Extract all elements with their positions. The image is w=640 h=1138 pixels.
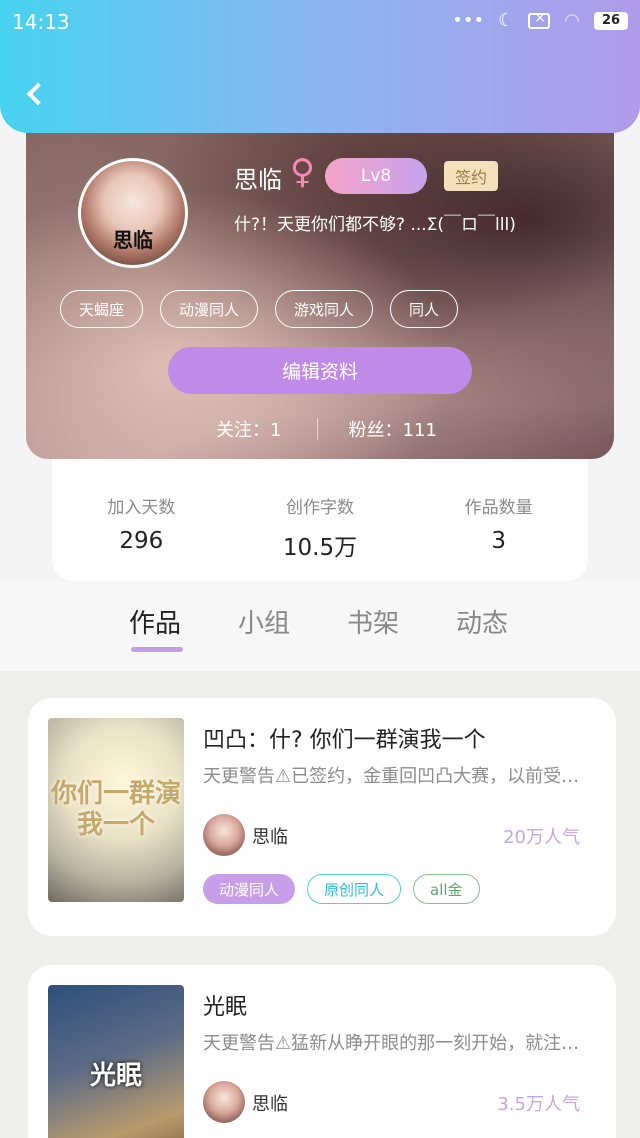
stat-join-days: 加入天数 296: [52, 459, 231, 581]
cover-title-art: 光眠: [89, 1061, 142, 1092]
stat-works-count: 作品数量 3: [409, 459, 588, 581]
stat-value: 10.5万: [282, 535, 358, 561]
popularity-count: 3.5万人气: [497, 1094, 580, 1115]
tab-groups[interactable]: 小组: [238, 603, 290, 640]
user-bio: 什?！天更你们都不够? ...Σ(￣ロ￣lll): [234, 215, 516, 235]
author-name: 思临: [252, 827, 288, 848]
work-title[interactable]: 光眠: [203, 989, 247, 1021]
work-card[interactable]: 你们一群演我一个 凹凸：什? 你们一群演我一个 天更警告⚠已签约，金重回凹凸大赛…: [28, 698, 616, 936]
stat-label: 加入天数: [107, 498, 176, 518]
work-description: 天更警告⚠猛新从睁开眼的那一刻开始，就注定了: [203, 1033, 593, 1054]
tab-active-indicator: [131, 647, 183, 652]
profile-tag[interactable]: 动漫同人: [160, 290, 259, 328]
work-cover[interactable]: 光眠: [48, 985, 184, 1138]
wifi-icon: ◠: [564, 10, 580, 31]
work-card[interactable]: 光眠 光眠 天更警告⚠猛新从睁开眼的那一刻开始，就注定了 思临 3.5万人气: [28, 965, 616, 1138]
work-tag[interactable]: 原创同人: [307, 874, 402, 904]
follow-stats: 关注：1 粉丝：111: [216, 416, 437, 442]
tab-bookshelf[interactable]: 书架: [347, 603, 399, 640]
cover-title-art: 你们一群演我一个: [50, 778, 181, 840]
chevron-left-icon: [26, 82, 50, 106]
edit-profile-button[interactable]: 编辑资料: [168, 347, 472, 394]
work-description: 天更警告⚠已签约，金重回凹凸大赛，以前受的伤害都要加倍奉还: [203, 766, 593, 787]
status-time: 14:13: [12, 10, 70, 34]
following-count[interactable]: 关注：1: [216, 416, 281, 442]
status-icons: ••• ☾ ◠ 26: [452, 10, 628, 31]
username: 思临: [234, 166, 282, 194]
back-button[interactable]: [20, 74, 50, 114]
header: 14:13 ••• ☾ ◠ 26: [0, 0, 640, 133]
message-icon: [528, 10, 551, 29]
avatar-text: 思临: [113, 228, 153, 252]
profile-tag[interactable]: 天蝎座: [60, 290, 144, 328]
followers-count[interactable]: 粉丝：111: [348, 416, 436, 442]
stat-label: 作品数量: [464, 498, 533, 518]
stat-value: 3: [491, 528, 506, 554]
avatar[interactable]: 思临: [78, 158, 188, 268]
profile-card: [26, 88, 614, 459]
stat-label: 创作字数: [286, 498, 354, 518]
tab-activity[interactable]: 动态: [456, 603, 508, 640]
work-tags: 动漫同人 原创同人 all金: [203, 874, 480, 904]
profile-tag[interactable]: 游戏同人: [275, 290, 374, 328]
moon-icon: ☾: [498, 10, 515, 31]
signed-badge: 签约: [444, 161, 498, 191]
profile-tags: 天蝎座 动漫同人 游戏同人 同人: [60, 290, 459, 328]
level-badge: Lv8: [325, 158, 427, 194]
popularity-count: 20万人气: [503, 827, 580, 848]
stat-word-count: 创作字数 10.5万: [231, 459, 410, 581]
author-name: 思临: [252, 1094, 288, 1115]
tab-works[interactable]: 作品: [129, 603, 181, 640]
work-tag[interactable]: all金: [413, 874, 480, 904]
stat-value: 296: [119, 528, 164, 554]
work-title[interactable]: 凹凸：什? 你们一群演我一个: [203, 722, 486, 754]
divider: [317, 418, 319, 440]
tab-bar: 作品 小组 书架 动态: [0, 581, 640, 671]
author-avatar[interactable]: [203, 1081, 245, 1123]
profile-tag[interactable]: 同人: [390, 290, 459, 328]
work-cover[interactable]: 你们一群演我一个: [48, 718, 184, 902]
more-dots-icon: •••: [452, 10, 485, 31]
stats-card: 加入天数 296 创作字数 10.5万 作品数量 3: [52, 459, 588, 581]
battery-icon: 26: [594, 11, 628, 30]
work-tag[interactable]: 动漫同人: [203, 874, 296, 904]
author-avatar[interactable]: [203, 814, 245, 856]
female-icon: ♀: [290, 152, 315, 192]
